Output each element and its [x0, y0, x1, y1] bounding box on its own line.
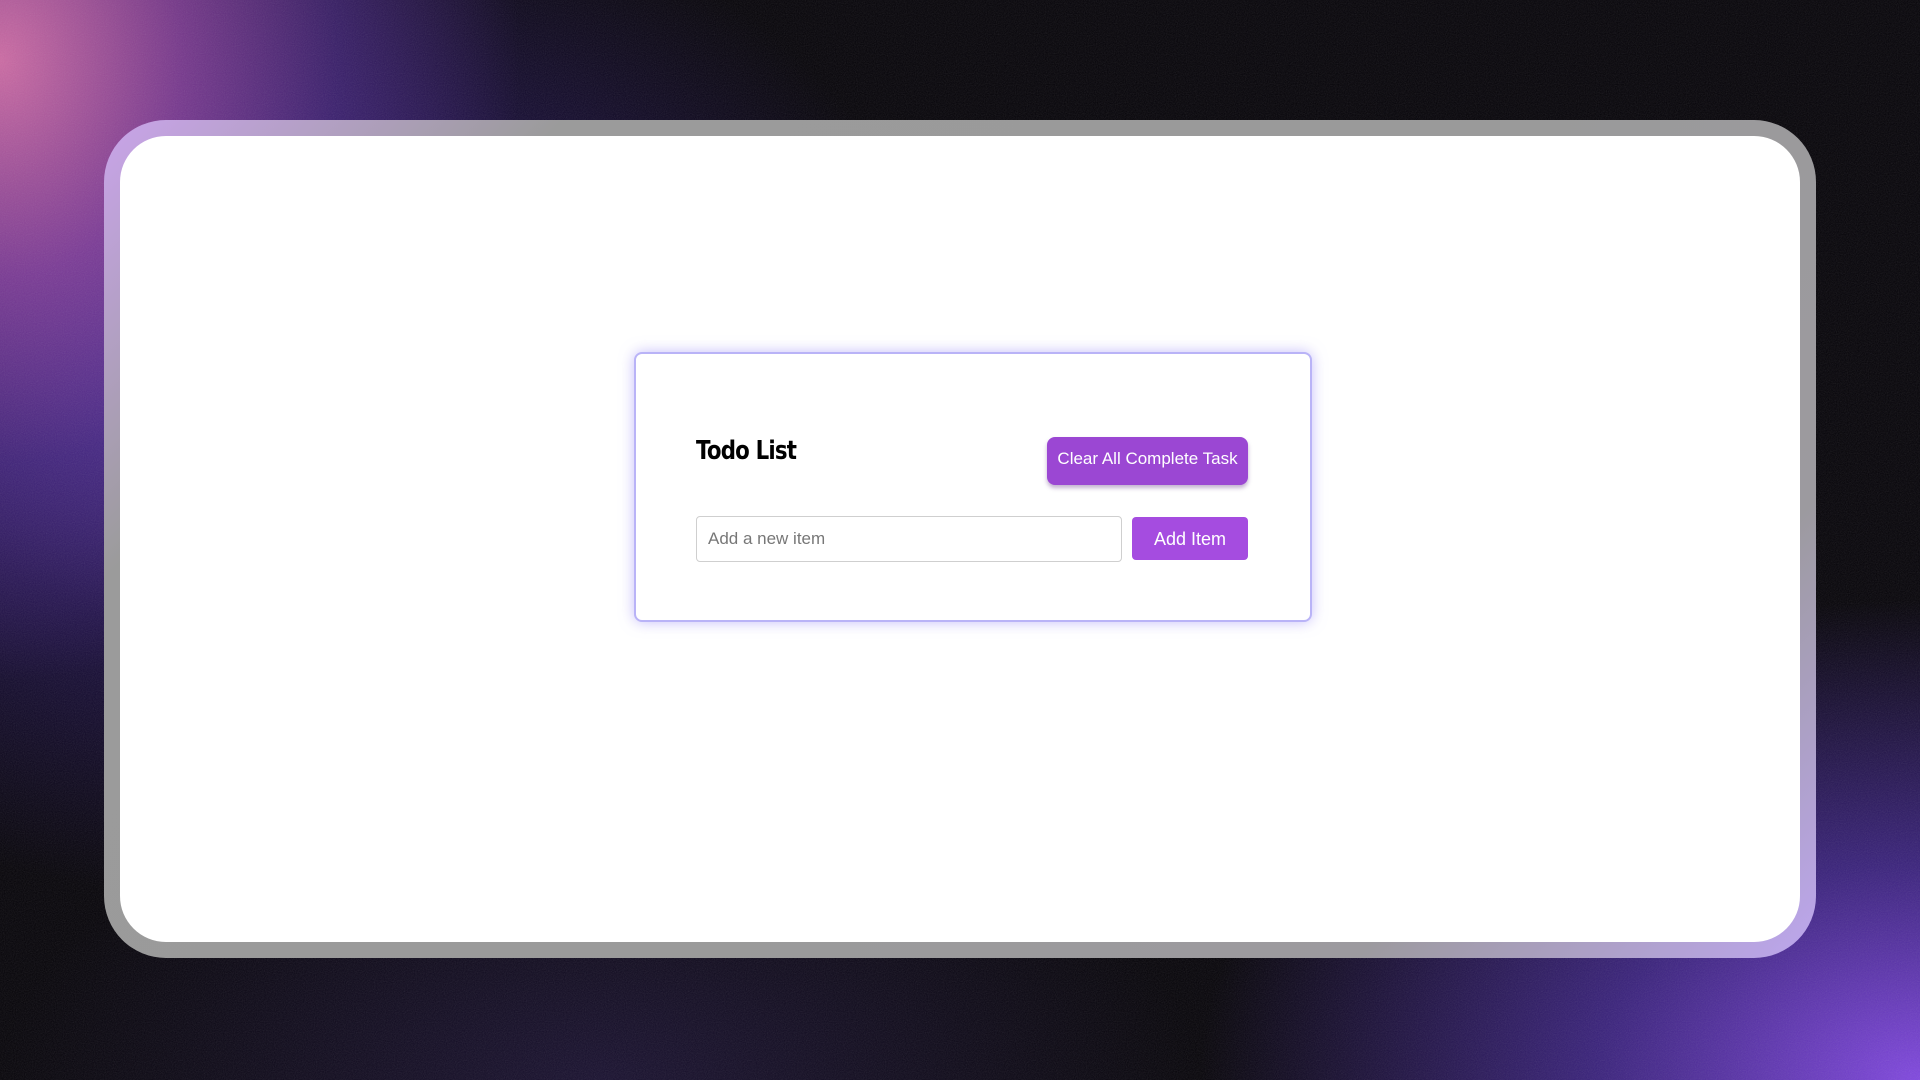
device-frame: Todo List Clear All Complete Task Add It…	[104, 120, 1816, 958]
new-item-input[interactable]	[696, 516, 1122, 562]
clear-complete-tasks-button[interactable]: Clear All Complete Task	[1047, 437, 1248, 485]
add-item-button[interactable]: Add Item	[1132, 517, 1248, 560]
todo-title: Todo List	[696, 436, 797, 466]
app-screen: Todo List Clear All Complete Task Add It…	[120, 136, 1800, 942]
todo-card: Todo List Clear All Complete Task Add It…	[634, 352, 1312, 622]
